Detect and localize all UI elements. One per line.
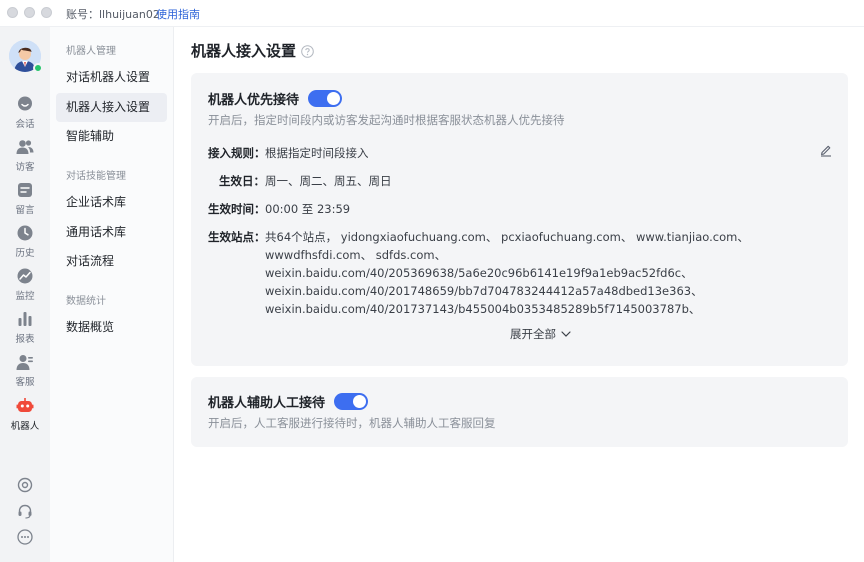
effective-time-label: 生效时间：	[208, 202, 266, 216]
menu-item-enterprise-library[interactable]: 企业话术库	[56, 188, 167, 217]
menu-group-robot-management: 机器人管理	[66, 46, 116, 57]
rail-item-reports[interactable]: 报表	[0, 310, 50, 350]
window-zoom-button[interactable]	[41, 7, 52, 18]
rail-item-visitors[interactable]: 访客	[0, 138, 50, 178]
rail-label-visitors: 访客	[15, 162, 35, 173]
window-close-button[interactable]	[7, 7, 18, 18]
chat-bubble-icon	[0, 95, 50, 113]
chevron-down-icon	[556, 327, 571, 341]
target-button[interactable]	[0, 476, 50, 496]
window-minimize-button[interactable]	[24, 7, 35, 18]
monitor-icon	[0, 267, 50, 285]
rail-label-robot: 机器人	[10, 421, 40, 432]
rail-label-history: 历史	[15, 248, 35, 259]
robot-priority-description: 开启后，指定时间段内或访客发起沟通时根据客服状态机器人优先接待	[208, 113, 565, 127]
rail-item-robot[interactable]: 机器人	[0, 397, 50, 437]
rail-label-reports: 报表	[15, 334, 35, 345]
expand-all-label: 展开全部	[510, 327, 556, 341]
menu-item-dialog-flow[interactable]: 对话流程	[56, 247, 167, 276]
title-bar: 账号：llhuijuan02 使用指南	[0, 0, 864, 27]
rail-item-history[interactable]: 历史	[0, 224, 50, 264]
site-list-line: 共64个站点， yidongxiaofuchuang.com、 pcxiaofu…	[265, 230, 749, 244]
robot-assist-title: 机器人辅助人工接待	[208, 396, 326, 411]
robot-assist-card: 机器人辅助人工接待 开启后，人工客服进行接待时，机器人辅助人工客服回复	[191, 377, 848, 447]
agent-icon	[0, 353, 50, 371]
rail-item-monitor[interactable]: 监控	[0, 267, 50, 307]
rail-item-chat[interactable]: 会话	[0, 95, 50, 135]
robot-priority-toggle[interactable]	[308, 90, 342, 107]
nav-rail: 会话 访客 留言 历史 监控 报表 客服 机器人	[0, 27, 50, 562]
robot-assist-toggle[interactable]	[334, 393, 368, 410]
bar-chart-icon	[0, 310, 50, 328]
more-icon	[0, 528, 50, 546]
rail-item-messages[interactable]: 留言	[0, 181, 50, 221]
site-list-line: weixin.baidu.com/40/205369638/5a6e20c96b…	[265, 266, 693, 280]
site-list-line: weixin.baidu.com/40/201748659/bb7d704783…	[265, 284, 703, 298]
effective-days-label: 生效日：	[219, 174, 265, 188]
expand-all-button[interactable]: 展开全部	[510, 326, 571, 342]
rail-label-chat: 会话	[15, 119, 35, 130]
menu-item-common-library[interactable]: 通用话术库	[56, 218, 167, 247]
message-icon	[0, 181, 50, 199]
help-icon[interactable]	[301, 43, 314, 58]
menu-item-robot-access-settings[interactable]: 机器人接入设置	[56, 93, 167, 122]
rail-label-monitor: 监控	[15, 291, 35, 302]
menu-group-skill-management: 对话技能管理	[66, 171, 126, 182]
menu-item-smart-assist[interactable]: 智能辅助	[56, 122, 167, 151]
effective-days-value: 周一、周二、周五、周日	[265, 174, 392, 188]
robot-priority-title: 机器人优先接待	[208, 93, 300, 108]
robot-priority-card: 机器人优先接待 开启后，指定时间段内或访客发起沟通时根据客服状态机器人优先接待 …	[191, 73, 848, 366]
online-status-dot	[33, 63, 43, 73]
settings-menu: 机器人管理 对话机器人设置 机器人接入设置 智能辅助 对话技能管理 企业话术库 …	[50, 27, 174, 562]
rail-label-messages: 留言	[15, 205, 35, 216]
toggle-knob	[353, 395, 366, 408]
effective-sites-label: 生效站点：	[208, 230, 266, 244]
effective-time-value: 00:00 至 23:59	[265, 202, 351, 216]
user-guide-link[interactable]: 使用指南	[156, 6, 200, 22]
clock-icon	[0, 224, 50, 242]
support-button[interactable]	[0, 502, 50, 522]
headset-icon	[0, 502, 50, 520]
visitors-icon	[0, 138, 50, 156]
page-title: 机器人接入设置	[191, 42, 297, 60]
toggle-knob	[327, 92, 340, 105]
menu-group-statistics: 数据统计	[66, 296, 106, 307]
edit-icon[interactable]	[819, 142, 833, 157]
account-label: 账号：llhuijuan02	[66, 8, 160, 21]
site-list-line: weixin.baidu.com/40/201737143/b455004b03…	[265, 302, 701, 316]
more-button[interactable]	[0, 528, 50, 548]
rail-item-agents[interactable]: 客服	[0, 353, 50, 393]
robot-assist-description: 开启后，人工客服进行接待时，机器人辅助人工客服回复	[208, 416, 496, 430]
menu-item-data-overview[interactable]: 数据概览	[56, 313, 167, 342]
robot-icon	[0, 397, 50, 415]
site-list-line: wwwdfhsfdi.com、 sdfds.com、	[265, 248, 447, 262]
access-rule-value: 根据指定时间段接入	[265, 146, 369, 160]
menu-item-dialog-robot-settings[interactable]: 对话机器人设置	[56, 63, 167, 92]
access-rule-label: 接入规则：	[208, 146, 266, 160]
target-icon	[0, 476, 50, 494]
rail-label-agents: 客服	[15, 377, 35, 388]
